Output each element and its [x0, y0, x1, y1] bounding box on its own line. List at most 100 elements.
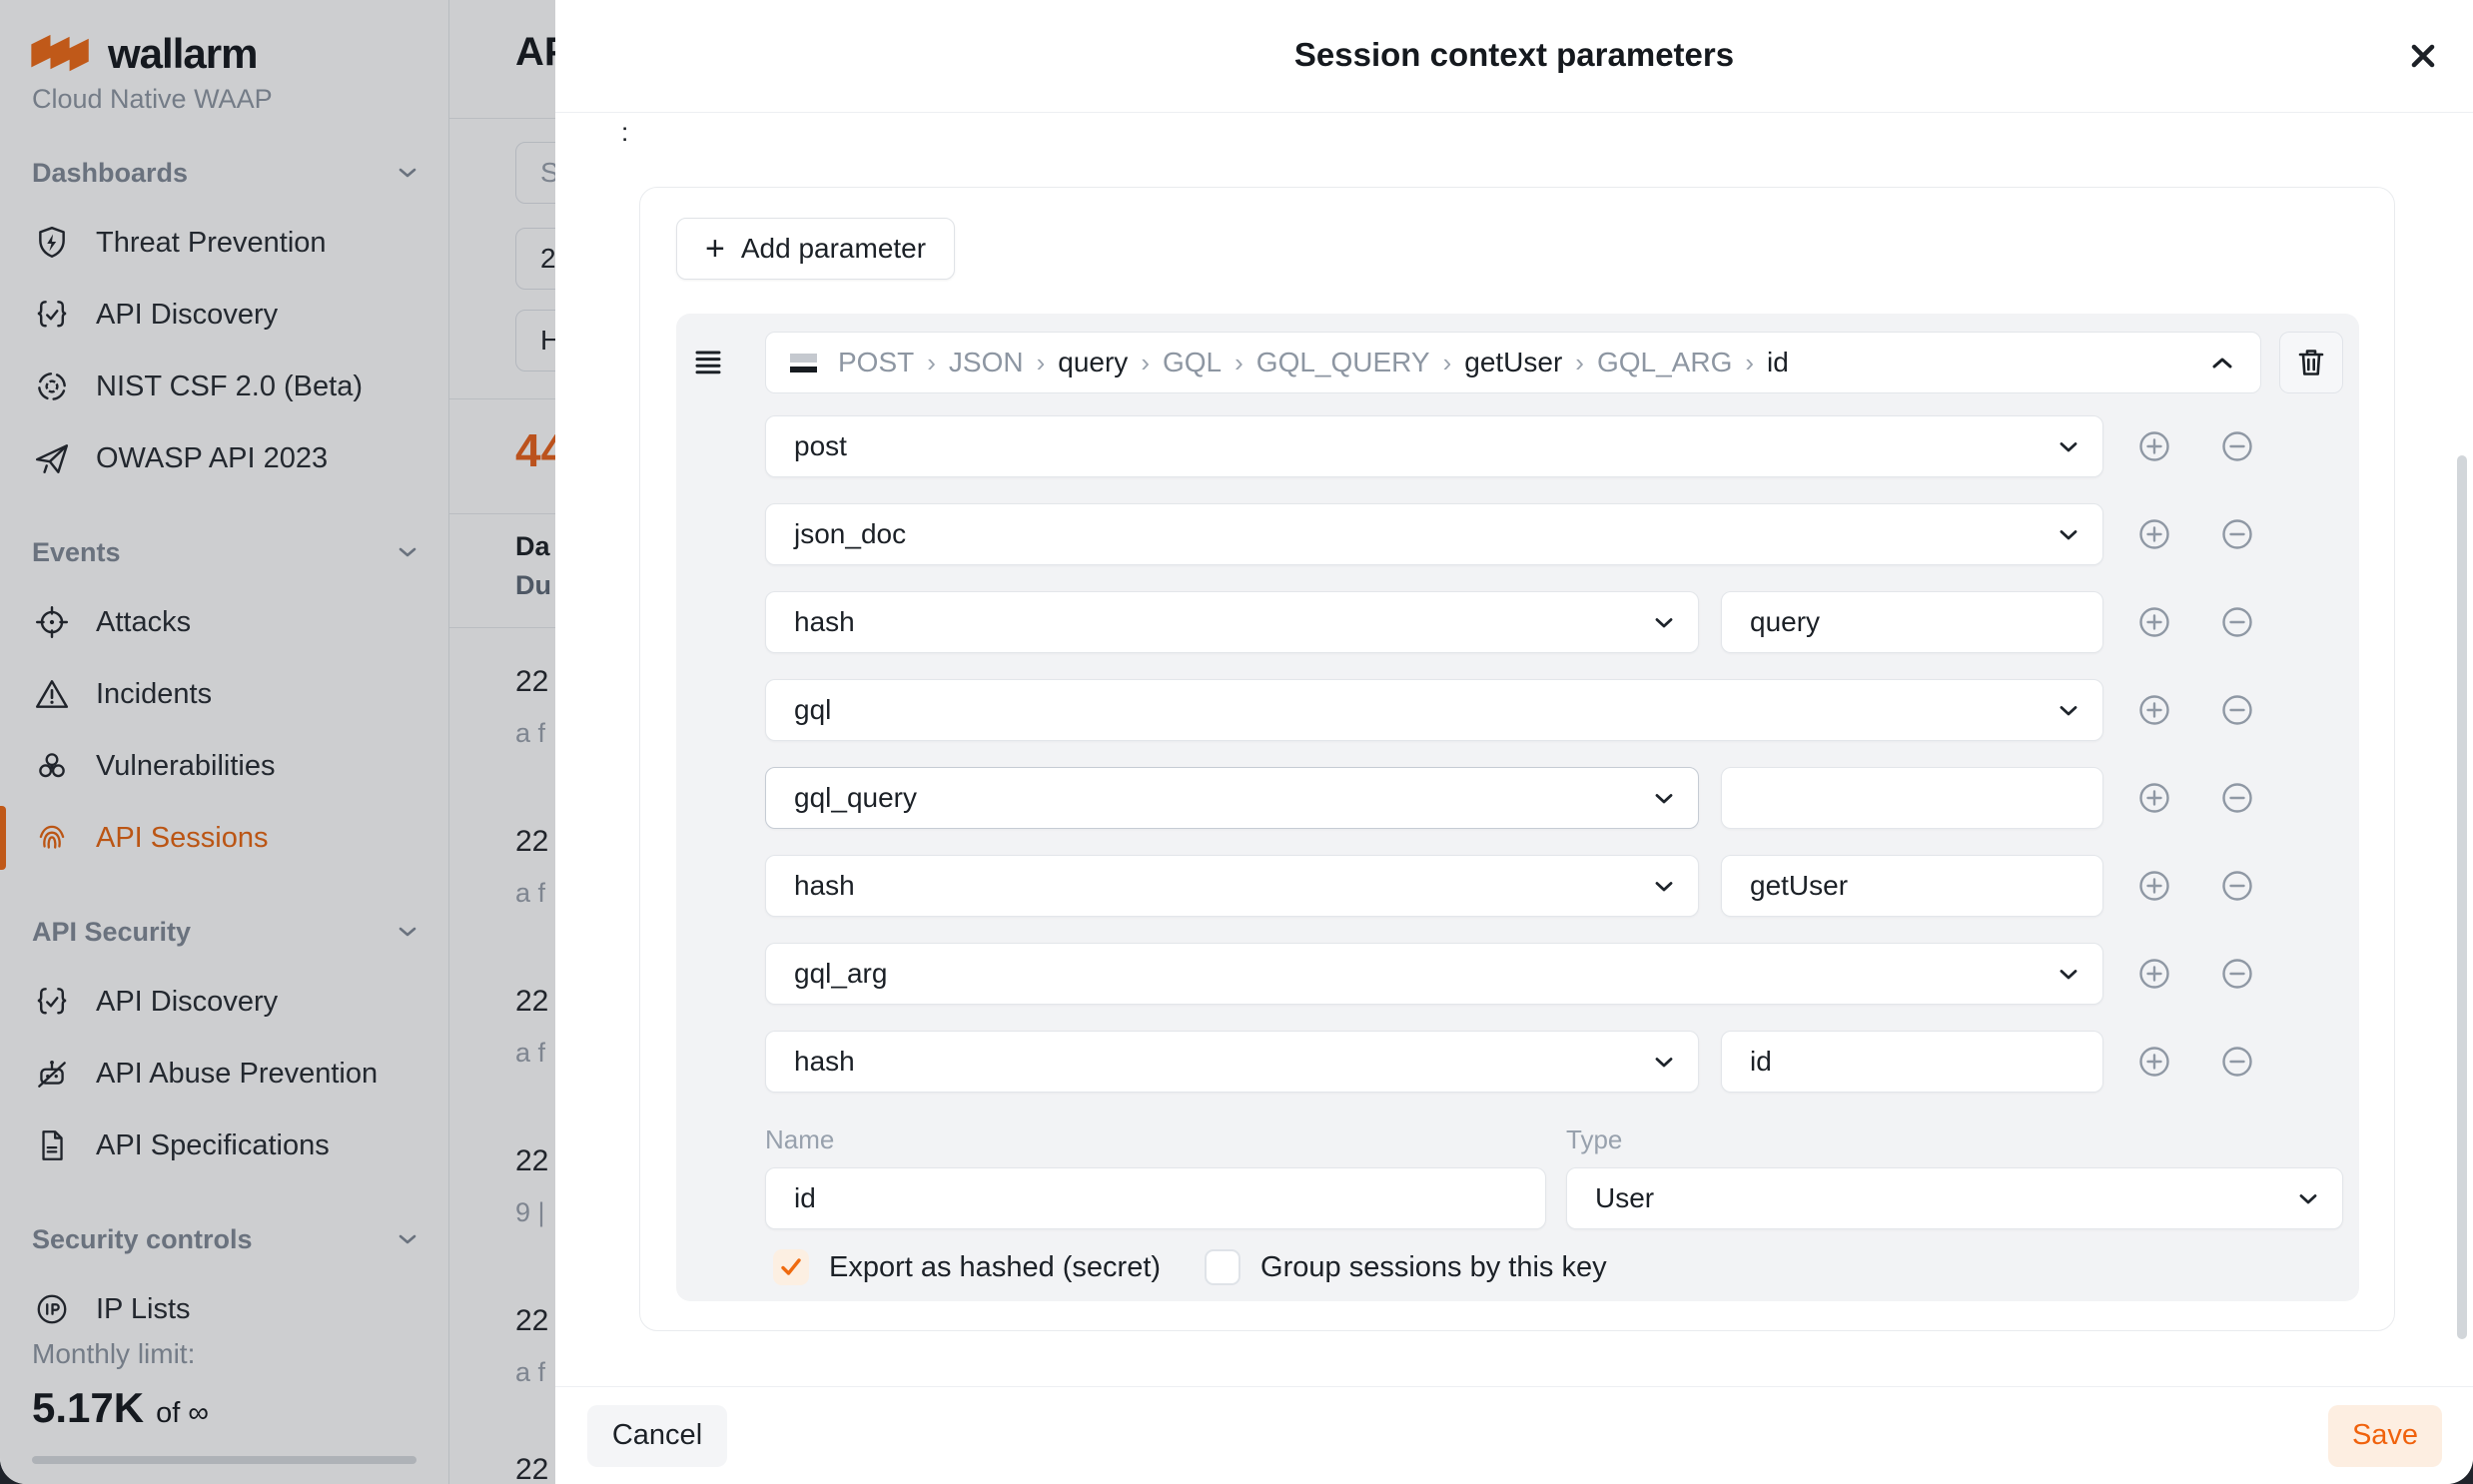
name-type-section: Name id Type User — [692, 1124, 2343, 1229]
add-level-button[interactable] — [2138, 694, 2170, 726]
type-select[interactable]: User — [1566, 1167, 2343, 1229]
checkbox-row: Export as hashed (secret) Group sessions… — [692, 1249, 2343, 1285]
trash-icon — [2297, 348, 2325, 377]
type-label: Type — [1566, 1124, 2343, 1155]
param-row: hash getUser — [692, 855, 2343, 917]
remove-level-button[interactable] — [2221, 430, 2253, 462]
breadcrumb-segment: POST — [838, 347, 914, 378]
group-sessions-checkbox[interactable] — [1205, 1249, 1240, 1285]
name-input[interactable]: id — [765, 1167, 1546, 1229]
plus-icon: + — [705, 232, 725, 266]
breadcrumb-segment: GQL_QUERY — [1256, 347, 1430, 378]
minus-circle-icon — [2221, 782, 2253, 814]
chevron-down-icon — [1654, 616, 1674, 629]
param-type-select[interactable]: json_doc — [765, 503, 2103, 565]
add-level-button[interactable] — [2138, 606, 2170, 638]
param-value-input[interactable] — [1721, 767, 2103, 829]
plus-circle-icon — [2138, 1046, 2170, 1078]
remove-level-button[interactable] — [2221, 606, 2253, 638]
param-value-input[interactable]: query — [1721, 591, 2103, 653]
plus-circle-icon — [2138, 870, 2170, 902]
clipped-text-fragment: : — [621, 117, 628, 148]
remove-level-button[interactable] — [2221, 694, 2253, 726]
add-level-button[interactable] — [2138, 958, 2170, 990]
plus-circle-icon — [2138, 518, 2170, 550]
plus-circle-icon — [2138, 958, 2170, 990]
chevron-down-icon — [2059, 528, 2078, 541]
chevron-down-icon — [1654, 1056, 1674, 1069]
add-level-button[interactable] — [2138, 430, 2170, 462]
param-value-input[interactable]: id — [1721, 1031, 2103, 1093]
modal-footer: Cancel Save — [555, 1386, 2473, 1484]
scrollbar-thumb[interactable] — [2457, 455, 2467, 1339]
param-row: hash query — [692, 591, 2343, 653]
modal-backdrop[interactable] — [0, 0, 555, 1484]
chevron-down-icon — [2059, 440, 2078, 453]
breadcrumb-segment: getUser — [1464, 347, 1562, 378]
breadcrumb-segment: GQL — [1163, 347, 1222, 378]
close-icon — [2407, 40, 2439, 72]
chevron-down-icon — [2059, 968, 2078, 981]
remove-level-button[interactable] — [2221, 958, 2253, 990]
export-hashed-label: Export as hashed (secret) — [829, 1251, 1161, 1284]
param-type-select[interactable]: gql_query — [765, 767, 1699, 829]
chevron-down-icon — [1654, 792, 1674, 805]
param-type-select[interactable]: post — [765, 415, 2103, 477]
modal-header: Session context parameters — [555, 0, 2473, 113]
param-type-select[interactable]: gql_arg — [765, 943, 2103, 1005]
minus-circle-icon — [2221, 1046, 2253, 1078]
param-row: hash id — [692, 1031, 2343, 1093]
add-level-button[interactable] — [2138, 782, 2170, 814]
add-level-button[interactable] — [2138, 518, 2170, 550]
name-label: Name — [765, 1124, 1546, 1155]
param-row: gql — [692, 679, 2343, 741]
parameter-breadcrumb[interactable]: POST › JSON › query › GQL › GQL_QUERY › … — [765, 332, 2261, 393]
request-part-icon — [790, 354, 817, 372]
minus-circle-icon — [2221, 606, 2253, 638]
plus-circle-icon — [2138, 430, 2170, 462]
parameters-container: + Add parameter POST › JSON — [639, 187, 2395, 1331]
delete-parameter-button[interactable] — [2279, 332, 2343, 393]
modal-title: Session context parameters — [555, 36, 2473, 74]
remove-level-button[interactable] — [2221, 1046, 2253, 1078]
param-type-select[interactable]: gql — [765, 679, 2103, 741]
param-row: post — [692, 415, 2343, 477]
param-type-select[interactable]: hash — [765, 1031, 1699, 1093]
minus-circle-icon — [2221, 694, 2253, 726]
plus-circle-icon — [2138, 694, 2170, 726]
param-row: gql_query — [692, 767, 2343, 829]
remove-level-button[interactable] — [2221, 518, 2253, 550]
breadcrumb-segment: query — [1058, 347, 1128, 378]
param-type-select[interactable]: hash — [765, 591, 1699, 653]
remove-level-button[interactable] — [2221, 782, 2253, 814]
breadcrumb-segment: id — [1767, 347, 1789, 378]
parameter-card: POST › JSON › query › GQL › GQL_QUERY › … — [676, 314, 2359, 1301]
param-value-input[interactable]: getUser — [1721, 855, 2103, 917]
group-sessions-label: Group sessions by this key — [1260, 1251, 1607, 1284]
chevron-up-icon[interactable] — [2210, 356, 2234, 371]
export-hashed-checkbox[interactable] — [773, 1249, 809, 1285]
add-level-button[interactable] — [2138, 870, 2170, 902]
drag-handle-icon[interactable] — [692, 350, 724, 375]
plus-circle-icon — [2138, 782, 2170, 814]
breadcrumb-segment: JSON — [949, 347, 1024, 378]
remove-level-button[interactable] — [2221, 870, 2253, 902]
chevron-down-icon — [1654, 880, 1674, 893]
session-context-modal: Session context parameters : + Add param… — [555, 0, 2473, 1484]
close-button[interactable] — [2401, 34, 2445, 78]
minus-circle-icon — [2221, 430, 2253, 462]
minus-circle-icon — [2221, 958, 2253, 990]
save-button[interactable]: Save — [2328, 1405, 2442, 1467]
parameter-header-row: POST › JSON › query › GQL › GQL_QUERY › … — [692, 332, 2343, 393]
param-type-select[interactable]: hash — [765, 855, 1699, 917]
plus-circle-icon — [2138, 606, 2170, 638]
param-row: gql_arg — [692, 943, 2343, 1005]
add-parameter-button[interactable]: + Add parameter — [676, 218, 955, 280]
breadcrumb-segment: GQL_ARG — [1597, 347, 1732, 378]
chevron-down-icon — [2298, 1192, 2318, 1205]
check-icon — [780, 1257, 802, 1277]
param-row: json_doc — [692, 503, 2343, 565]
cancel-button[interactable]: Cancel — [587, 1405, 727, 1467]
add-level-button[interactable] — [2138, 1046, 2170, 1078]
minus-circle-icon — [2221, 870, 2253, 902]
